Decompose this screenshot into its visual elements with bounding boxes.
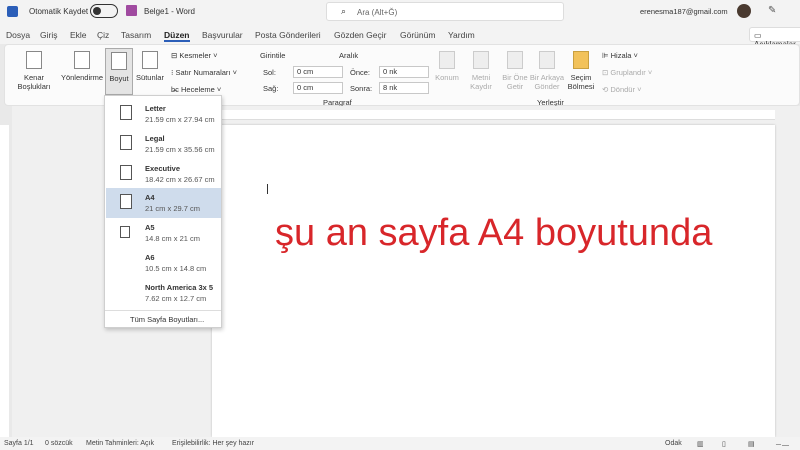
status-bar: Sayfa 1/1 0 sözcük Metin Tahminleri: Açı…	[0, 437, 800, 450]
spacing-after-label: Sonra:	[350, 84, 373, 93]
indent-right-label: Sağ:	[263, 84, 279, 93]
spacing-before-input[interactable]: 0 nk	[379, 66, 429, 78]
comments-button[interactable]: ▭ Açıklamalar	[749, 27, 800, 49]
vertical-ruler[interactable]	[0, 125, 9, 437]
page-icon	[120, 165, 132, 180]
page-size-icon	[111, 52, 127, 70]
page-icon	[120, 194, 132, 209]
tab-ekle[interactable]: Ekle	[70, 30, 87, 40]
margins-icon	[26, 51, 42, 69]
text-predictions[interactable]: Metin Tahminleri: Açık	[86, 440, 154, 447]
columns-icon	[142, 51, 158, 69]
wrap-text-icon	[473, 51, 489, 69]
send-backward-button[interactable]: Bir Arkaya Gönder	[529, 51, 565, 91]
zoom-slider[interactable]: －—	[775, 440, 789, 450]
focus-button[interactable]: Odak	[665, 440, 682, 447]
spacing-label: Aralık	[339, 51, 359, 60]
line-numbers-button[interactable]: ⁝ Satır Numaraları ˅	[171, 68, 237, 77]
size-option-a4[interactable]: A4 21 cm x 29.7 cm	[106, 188, 221, 218]
tab-yardim[interactable]: Yardım	[448, 30, 475, 40]
comment-icon: ▭	[754, 31, 762, 40]
indent-right-input[interactable]: 0 cm	[293, 82, 343, 94]
position-button[interactable]: Konum	[431, 51, 463, 82]
wrap-text-button[interactable]: Metni Kaydır	[465, 51, 497, 91]
size-option-executive[interactable]: Executive 18.42 cm x 26.67 cm	[106, 159, 221, 189]
search-icon: ⌕	[341, 6, 347, 16]
tab-posta[interactable]: Posta Gönderileri	[255, 30, 321, 40]
page-count[interactable]: Sayfa 1/1	[4, 440, 34, 447]
pen-icon[interactable]: ✎	[768, 5, 776, 16]
spacing-after-input[interactable]: 8 nk	[379, 82, 429, 94]
size-option-a5[interactable]: A5 14.8 cm x 21 cm	[106, 218, 221, 248]
ribbon-tabs: Dosya Giriş Ekle Çiz Tasarım Düzen Başvu…	[0, 24, 800, 49]
autosave-label: Otomatik Kaydet	[29, 7, 89, 16]
indent-left-input[interactable]: 0 cm	[293, 66, 343, 78]
tab-basvurular[interactable]: Başvurular	[202, 30, 243, 40]
bring-forward-icon	[507, 51, 523, 69]
tab-dosya[interactable]: Dosya	[6, 30, 30, 40]
group-button[interactable]: ⊡ Gruplandır ˅	[602, 68, 652, 77]
orientation-icon	[74, 51, 90, 69]
selection-pane-button[interactable]: Seçim Bölmesi	[565, 51, 597, 91]
orientation-button[interactable]: Yönlendirme	[57, 51, 107, 82]
columns-button[interactable]: Sütunlar	[133, 51, 167, 82]
page-icon	[120, 226, 130, 238]
menu-divider	[105, 310, 221, 311]
horizontal-ruler[interactable]	[212, 110, 775, 120]
rotate-button[interactable]: ⟲ Döndür ˅	[602, 85, 641, 94]
avatar[interactable]	[737, 4, 751, 18]
document-page[interactable]	[212, 125, 775, 437]
page-size-dropdown: Letter 21.59 cm x 27.94 cm Legal 21.59 cm …	[104, 95, 222, 328]
document-title: Belge1 - Word	[144, 7, 195, 16]
overlay-caption: şu an sayfa A4 boyutunda	[275, 212, 713, 254]
title-bar: Otomatik Kaydet Belge1 - Word ⌕ Ara (Alt…	[0, 0, 800, 24]
align-button[interactable]: ⊫ Hizala ˅	[602, 51, 638, 60]
save-icon[interactable]	[126, 5, 137, 16]
selection-pane-icon	[573, 51, 589, 69]
position-icon	[439, 51, 455, 69]
tab-giris[interactable]: Giriş	[40, 30, 57, 40]
autosave-toggle[interactable]	[90, 4, 118, 18]
read-mode-icon[interactable]: ▥	[697, 440, 704, 448]
more-page-sizes[interactable]: Tüm Sayfa Boyutları...	[130, 315, 204, 324]
bring-forward-button[interactable]: Bir Öne Getir	[499, 51, 531, 91]
word-count[interactable]: 0 sözcük	[45, 440, 73, 447]
page-icon	[120, 105, 132, 120]
web-layout-icon[interactable]: ▤	[748, 440, 755, 448]
tab-duzen[interactable]: Düzen	[164, 30, 190, 42]
page-icon	[120, 135, 132, 150]
print-layout-icon[interactable]: ▯	[722, 440, 726, 448]
margins-button[interactable]: Kenar Boşlukları	[9, 51, 59, 91]
tab-gorunum[interactable]: Görünüm	[400, 30, 435, 40]
size-option-a6[interactable]: A6 10.5 cm x 14.8 cm	[106, 248, 221, 278]
accessibility-status[interactable]: Erişilebilirlik: Her şey hazır	[172, 440, 254, 447]
breaks-button[interactable]: ⊟ Kesmeler ˅	[171, 51, 218, 60]
hyphenation-button[interactable]: b̶c Heceleme ˅	[171, 85, 221, 94]
account-email[interactable]: erenesma187@gmail.com	[640, 7, 728, 16]
indent-left-label: Sol:	[263, 68, 276, 77]
spacing-before-label: Önce:	[350, 68, 371, 77]
size-option-letter[interactable]: Letter 21.59 cm x 27.94 cm	[106, 99, 221, 129]
send-backward-icon	[539, 51, 555, 69]
search-input[interactable]: ⌕ Ara (Alt+Ğ)	[326, 2, 564, 21]
indent-label: Girintile	[260, 51, 286, 60]
tab-tasarim[interactable]: Tasarım	[121, 30, 151, 40]
size-option-legal[interactable]: Legal 21.59 cm x 35.56 cm	[106, 129, 221, 159]
text-cursor	[267, 184, 268, 194]
tab-ciz[interactable]: Çiz	[97, 30, 109, 40]
tab-gozden-gecir[interactable]: Gözden Geçir	[334, 30, 386, 40]
word-logo-icon	[7, 6, 18, 17]
size-button[interactable]: Boyut	[105, 48, 133, 95]
size-option-north-america[interactable]: North America 3x 5 7.62 cm x 12.7 cm	[106, 278, 221, 308]
